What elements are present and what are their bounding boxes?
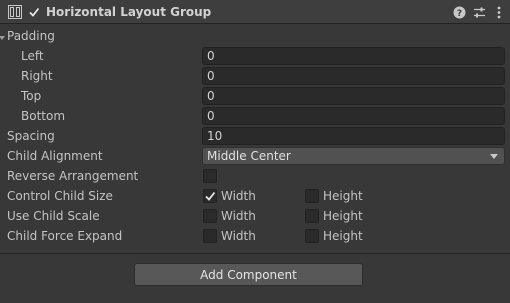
divider [0, 253, 510, 254]
padding-right-label: Right [21, 69, 53, 83]
layout-group-icon [8, 5, 22, 19]
padding-bottom-label: Bottom [21, 109, 66, 123]
use-child-scale-height-label: Height [323, 209, 363, 223]
padding-right-field[interactable]: 0 [202, 67, 505, 85]
component-title: Horizontal Layout Group [46, 5, 212, 19]
child-force-expand-height-checkbox[interactable] [305, 229, 319, 243]
checkmark-icon [205, 191, 216, 201]
child-alignment-dropdown[interactable]: Middle Center [202, 147, 505, 165]
use-child-scale-height-checkbox[interactable] [305, 209, 319, 223]
padding-top-field[interactable]: 0 [202, 87, 505, 105]
checkmark-icon [29, 7, 40, 17]
reverse-arrangement-checkbox[interactable] [203, 169, 217, 183]
control-child-size-height-checkbox[interactable] [305, 189, 319, 203]
child-alignment-value: Middle Center [207, 149, 291, 163]
control-child-size-label: Control Child Size [7, 189, 113, 203]
reverse-arrangement-label: Reverse Arrangement [7, 169, 139, 183]
control-child-size-width-checkbox[interactable] [203, 189, 217, 203]
presets-icon[interactable] [472, 5, 486, 19]
child-force-expand-label: Child Force Expand [7, 229, 123, 243]
help-icon[interactable]: ? [452, 5, 466, 19]
padding-bottom-field[interactable]: 0 [202, 107, 505, 125]
spacing-field[interactable]: 10 [202, 127, 505, 145]
control-child-size-height-label: Height [323, 189, 363, 203]
padding-label[interactable]: Padding [7, 29, 55, 43]
control-child-size-width-label: Width [221, 189, 256, 203]
use-child-scale-width-checkbox[interactable] [203, 209, 217, 223]
use-child-scale-label: Use Child Scale [7, 209, 100, 223]
spacing-label: Spacing [7, 129, 55, 143]
dropdown-arrow-icon [490, 154, 498, 159]
padding-left-label: Left [21, 49, 44, 63]
svg-text:?: ? [456, 9, 461, 19]
padding-left-field[interactable]: 0 [202, 47, 505, 65]
padding-top-label: Top [21, 89, 42, 103]
add-component-button[interactable]: Add Component [134, 263, 363, 286]
child-force-expand-height-label: Height [323, 229, 363, 243]
child-alignment-label: Child Alignment [7, 149, 103, 163]
context-menu-icon[interactable] [492, 5, 506, 19]
child-force-expand-width-label: Width [221, 229, 256, 243]
component-enabled-checkbox[interactable] [27, 5, 41, 19]
child-force-expand-width-checkbox[interactable] [203, 229, 217, 243]
padding-foldout-arrow-icon[interactable] [0, 36, 5, 40]
use-child-scale-width-label: Width [221, 209, 256, 223]
